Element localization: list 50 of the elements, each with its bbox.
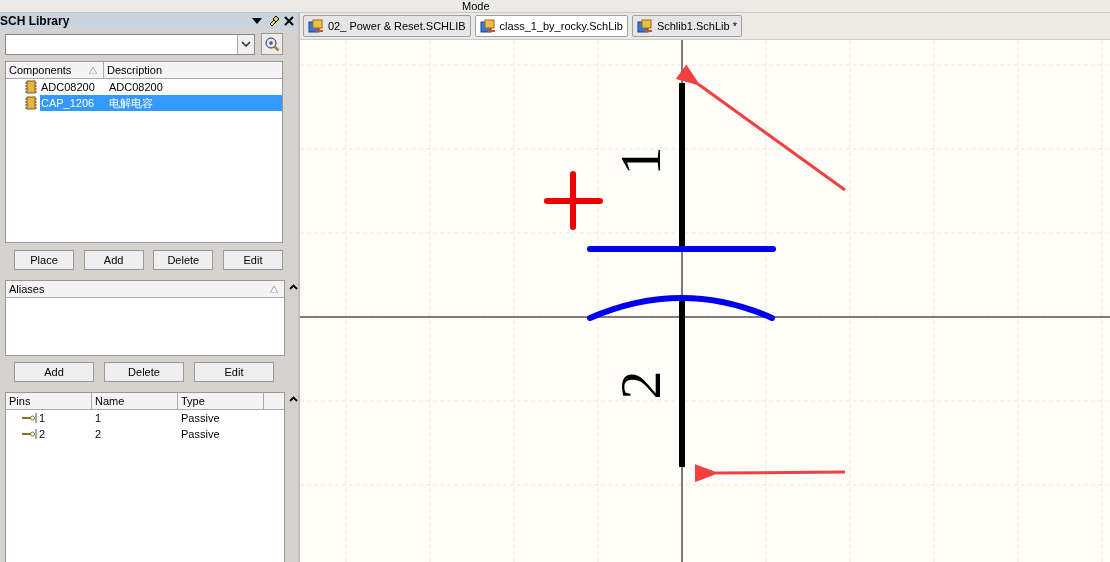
panel-button[interactable]: Delete	[153, 250, 214, 270]
close-icon	[284, 16, 294, 26]
pin-number: 1	[39, 412, 46, 424]
component-icon	[24, 80, 38, 94]
panel-button[interactable]: Add	[14, 362, 94, 382]
pin-name: 1	[94, 412, 103, 424]
pin-number: 2	[39, 428, 46, 440]
sort-icon	[270, 285, 278, 293]
pin-designator: 1	[611, 146, 670, 176]
document-tab[interactable]: Schlib1.SchLib *	[631, 15, 742, 37]
plus-sign	[544, 171, 603, 230]
component-description: ADC08200	[109, 81, 163, 93]
panel-button[interactable]: Edit	[222, 250, 283, 270]
library-icon	[308, 19, 324, 33]
scroll-up-icon	[289, 284, 298, 290]
library-icon	[479, 19, 496, 33]
column-header[interactable]: Type	[178, 393, 264, 409]
column-header[interactable]: Components	[6, 62, 104, 78]
mode-menu[interactable]: Mode	[462, 0, 490, 12]
zoom-in-icon	[264, 36, 280, 52]
component-description: 电解电容	[109, 95, 153, 111]
dropdown-icon	[252, 17, 262, 25]
panel-button[interactable]: Place	[14, 250, 74, 270]
pin-icon	[22, 413, 37, 423]
component-name: ADC08200	[41, 81, 96, 93]
caret-icon	[241, 41, 251, 47]
pin-icon	[267, 15, 279, 27]
search-button[interactable]	[261, 33, 283, 55]
pin-icon	[22, 429, 37, 439]
pin-designator: 2	[611, 370, 670, 400]
column-header[interactable]: Description	[104, 62, 282, 78]
column-header[interactable]: Name	[92, 393, 178, 409]
panel-title: SCH Library	[0, 14, 70, 28]
dropdown-button[interactable]	[237, 34, 254, 54]
column-header[interactable]: Aliases	[6, 281, 284, 297]
document-tab[interactable]: 02_ Power & Reset.SCHLIB	[303, 15, 471, 37]
component-row[interactable]: ADC08200 ADC08200	[40, 79, 282, 95]
panel-button[interactable]: Delete	[104, 362, 184, 382]
panel-button[interactable]: Add	[83, 250, 144, 270]
sort-icon	[89, 66, 97, 74]
component-name: CAP_1206	[41, 97, 96, 109]
document-tab[interactable]: class_1_by_rocky.SchLib	[474, 15, 628, 37]
pin-name: 2	[94, 428, 103, 440]
library-icon	[636, 19, 653, 33]
panel-button[interactable]: Edit	[194, 362, 274, 382]
component-icon	[24, 96, 38, 110]
scroll-up-icon	[289, 396, 298, 402]
pin-type: Passive	[180, 428, 221, 440]
column-header[interactable]: Pins	[6, 393, 92, 409]
pin-type: Passive	[180, 412, 221, 424]
